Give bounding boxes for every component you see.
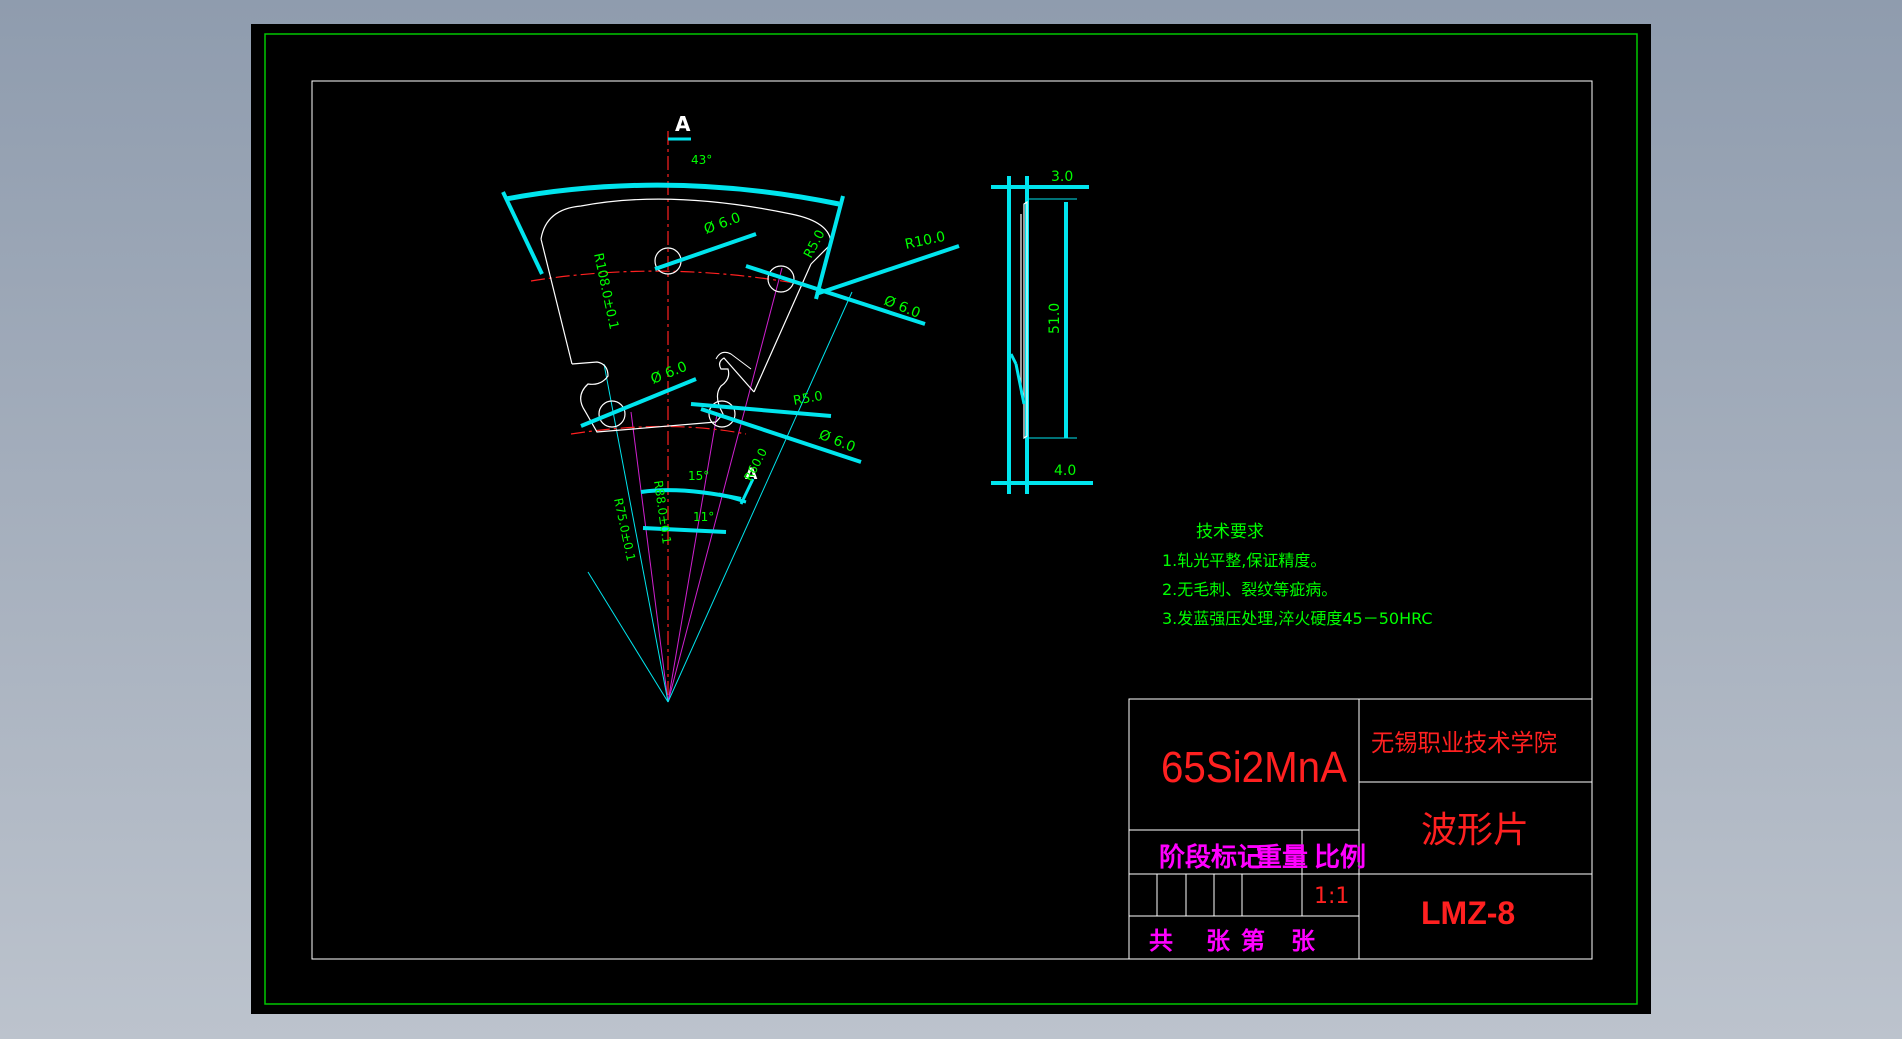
title-sheet-total-1: 共: [1149, 927, 1173, 955]
leader-radius-outer: [815, 244, 960, 296]
center-arc-inner: [570, 425, 747, 435]
cad-drawing: A A 43° Ø 6.0 R5.0 R10.0 Ø 6.0 R108.0±0.…: [264, 33, 1638, 1005]
title-scale-value: 1:1: [1314, 884, 1349, 909]
title-material: 65Si2MnA: [1161, 743, 1348, 792]
title-scale-label: 比例: [1314, 843, 1366, 873]
tech-req-item-3: 3.发蓝强压处理,淬火硬度45－50HRC: [1162, 609, 1433, 628]
dim-text-hole-top-left: Ø 6.0: [702, 210, 743, 238]
title-sheet-no-1: 第: [1241, 927, 1265, 955]
section-label-top: A: [675, 112, 691, 136]
side-profile-taper: [1009, 353, 1026, 405]
inner-frame: [311, 80, 1593, 960]
dim-text-r75: R75.0±0.1: [611, 497, 638, 563]
title-weight: 重量: [1256, 843, 1308, 873]
dim-text-43: 43°: [691, 153, 712, 167]
side-dim-text-3: 3.0: [1051, 169, 1073, 185]
leader-hole-top-left: [654, 232, 757, 271]
leader-hole-mid-left: [580, 377, 697, 428]
tech-req-item-1: 1.轧光平整,保证精度。: [1162, 551, 1326, 570]
dim-text-r5-inner: R5.0: [792, 389, 824, 409]
tech-requirements: 技术要求 1.轧光平整,保证精度。 2.无毛刺、裂纹等疵病。 3.发蓝强压处理,…: [1162, 522, 1433, 628]
side-dim-text-4: 4.0: [1054, 463, 1076, 479]
title-sheet-total-2: 张: [1206, 927, 1231, 955]
leader-hole-top-right: [745, 264, 926, 326]
title-sheet-no-2: 张: [1291, 927, 1316, 955]
dim-text-r5-outer: R5.0: [801, 228, 828, 261]
side-view: 3.0 51.0 4.0: [991, 169, 1093, 494]
construction-ray: [667, 413, 718, 703]
dim-ext-left: [501, 191, 544, 275]
dim-text-r10: R10.0: [904, 229, 947, 253]
dim-text-r108: R108.0±0.1: [590, 252, 621, 331]
sector-view: A A 43° Ø 6.0 R5.0 R10.0 Ø 6.0 R108.0±0.…: [501, 112, 960, 703]
title-school: 无锡职业技术学院: [1371, 729, 1557, 757]
dim-arc-43: [505, 182, 840, 207]
outer-frame: [264, 33, 1638, 1005]
dim-text-11: 11°: [693, 510, 714, 524]
dim-text-15: 15°: [688, 469, 709, 483]
dim-text-hole-mid-right: Ø 6.0: [817, 427, 858, 456]
title-part-name: 波形片: [1421, 810, 1529, 851]
tech-req-title: 技术要求: [1196, 522, 1264, 542]
tech-req-item-2: 2.无毛刺、裂纹等疵病。: [1162, 580, 1337, 599]
title-stage-mark: 阶段标记: [1159, 842, 1263, 873]
title-drawing-no: LMZ-8: [1421, 895, 1515, 931]
drawing-sheet: A A 43° Ø 6.0 R5.0 R10.0 Ø 6.0 R108.0±0.…: [251, 24, 1651, 1014]
part-outline: [540, 198, 832, 433]
side-dim-text-51: 51.0: [1047, 303, 1063, 334]
